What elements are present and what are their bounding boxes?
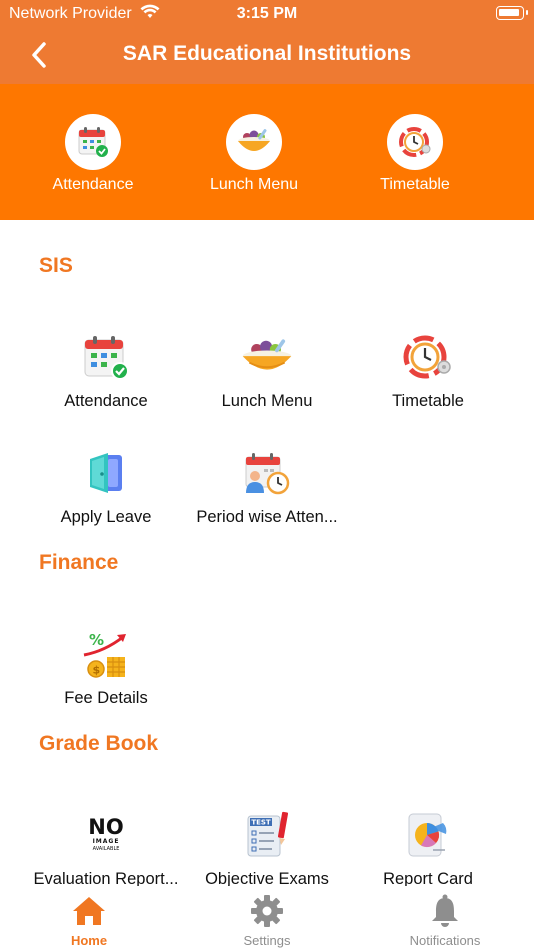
- section-title-finance: Finance: [39, 551, 119, 574]
- status-bar: Network Provider 3:15 PM: [0, 0, 534, 28]
- tile-label: Timetable: [392, 392, 464, 410]
- section-title-sis: SIS: [39, 254, 73, 277]
- tab-notifications-icon-box: [356, 894, 534, 928]
- quick-timetable-circle: [387, 114, 443, 170]
- quick-lunch-circle: [226, 114, 282, 170]
- quick-item-label: Lunch Menu: [209, 176, 299, 193]
- quick-access-bar: Attendance Lunch Menu Timetable: [0, 84, 534, 220]
- tile-timetable-icon-box: [401, 330, 455, 384]
- quick-item-attendance[interactable]: Attendance: [13, 114, 173, 194]
- tab-notifications[interactable]: Notifications: [356, 894, 534, 948]
- status-time: 3:15 PM: [236, 5, 298, 22]
- tab-settings[interactable]: Settings: [178, 894, 356, 948]
- svg-text:$: $: [93, 664, 101, 677]
- tile-lunch-menu[interactable]: Lunch Menu: [182, 330, 352, 411]
- tile-label: Fee Details: [64, 689, 148, 707]
- navigation-bar: SAR Educational Institutions: [0, 28, 534, 84]
- quick-item-timetable[interactable]: Timetable: [335, 114, 495, 194]
- tile-attendance[interactable]: Attendance: [21, 330, 191, 411]
- no-image-text-main: NO: [88, 815, 123, 839]
- tile-evaluation-report[interactable]: NO IMAGE AVAILABLE Evaluation Report...: [21, 808, 191, 889]
- svg-text:%: %: [89, 631, 104, 649]
- header-bar: Network Provider 3:15 PM SAR Educational…: [0, 0, 534, 84]
- tab-home[interactable]: Home: [0, 894, 178, 948]
- quick-item-lunch-menu[interactable]: Lunch Menu: [174, 114, 334, 194]
- tab-home-icon-box: [0, 894, 178, 928]
- coins-growth-icon: % $: [83, 631, 126, 678]
- calendar-user-clock-icon: [245, 453, 290, 495]
- quick-attendance-circle: [65, 114, 121, 170]
- tab-label: Notifications: [409, 933, 481, 948]
- clock-icon: [399, 127, 431, 157]
- tab-settings-icon-box: [178, 894, 356, 928]
- test-label-text: TEST: [251, 819, 271, 827]
- tile-exams-icon-box: TEST: [240, 808, 294, 862]
- tile-evaluation-icon-box: NO IMAGE AVAILABLE: [79, 808, 133, 862]
- test-sheet-icon: TEST: [247, 811, 289, 857]
- tile-lunch-icon-box: [240, 330, 294, 384]
- tile-period-icon-box: [240, 446, 294, 500]
- battery-icon: [496, 6, 528, 20]
- no-image-text-foot: AVAILABLE: [93, 846, 120, 852]
- door-icon: [90, 453, 122, 493]
- tile-objective-exams[interactable]: TEST Objective Exams: [182, 808, 352, 889]
- clock-icon: [403, 335, 451, 379]
- tile-apply-leave[interactable]: Apply Leave: [21, 446, 191, 527]
- calendar-check-icon: [84, 336, 129, 380]
- no-image-icon: NO IMAGE AVAILABLE: [88, 815, 123, 852]
- food-bowl-icon: [242, 339, 292, 370]
- calendar-check-icon: [78, 127, 108, 157]
- food-bowl-icon: [238, 129, 270, 151]
- tile-leave-icon-box: [79, 446, 133, 500]
- tile-label: Attendance: [64, 392, 148, 410]
- quick-item-label: Timetable: [380, 176, 450, 193]
- tab-label: Settings: [243, 933, 291, 948]
- bell-icon: [432, 894, 458, 927]
- tile-label: Apply Leave: [60, 508, 152, 526]
- tile-label: Period wise Atten...: [196, 508, 338, 526]
- page-title: SAR Educational Institutions: [122, 42, 412, 65]
- tile-report-icon-box: [401, 808, 455, 862]
- gear-icon: [251, 895, 283, 927]
- home-icon: [73, 897, 105, 925]
- tile-report-card[interactable]: Report Card: [343, 808, 513, 889]
- tab-label: Home: [70, 933, 108, 948]
- tile-fee-details[interactable]: % $ Fee Details: [21, 627, 191, 708]
- section-title-grade-book: Grade Book: [39, 732, 159, 755]
- tile-timetable[interactable]: Timetable: [343, 330, 513, 411]
- tile-period-wise-attendance[interactable]: Period wise Atten...: [182, 446, 352, 527]
- quick-item-label: Attendance: [52, 176, 134, 193]
- tile-attendance-icon-box: [79, 330, 133, 384]
- no-image-text-sub: IMAGE: [93, 838, 120, 845]
- report-chart-icon: [408, 813, 447, 857]
- tile-fee-icon-box: % $: [79, 627, 133, 681]
- tab-bar: Home Settings Notifications: [0, 886, 534, 950]
- tile-label: Lunch Menu: [221, 392, 313, 410]
